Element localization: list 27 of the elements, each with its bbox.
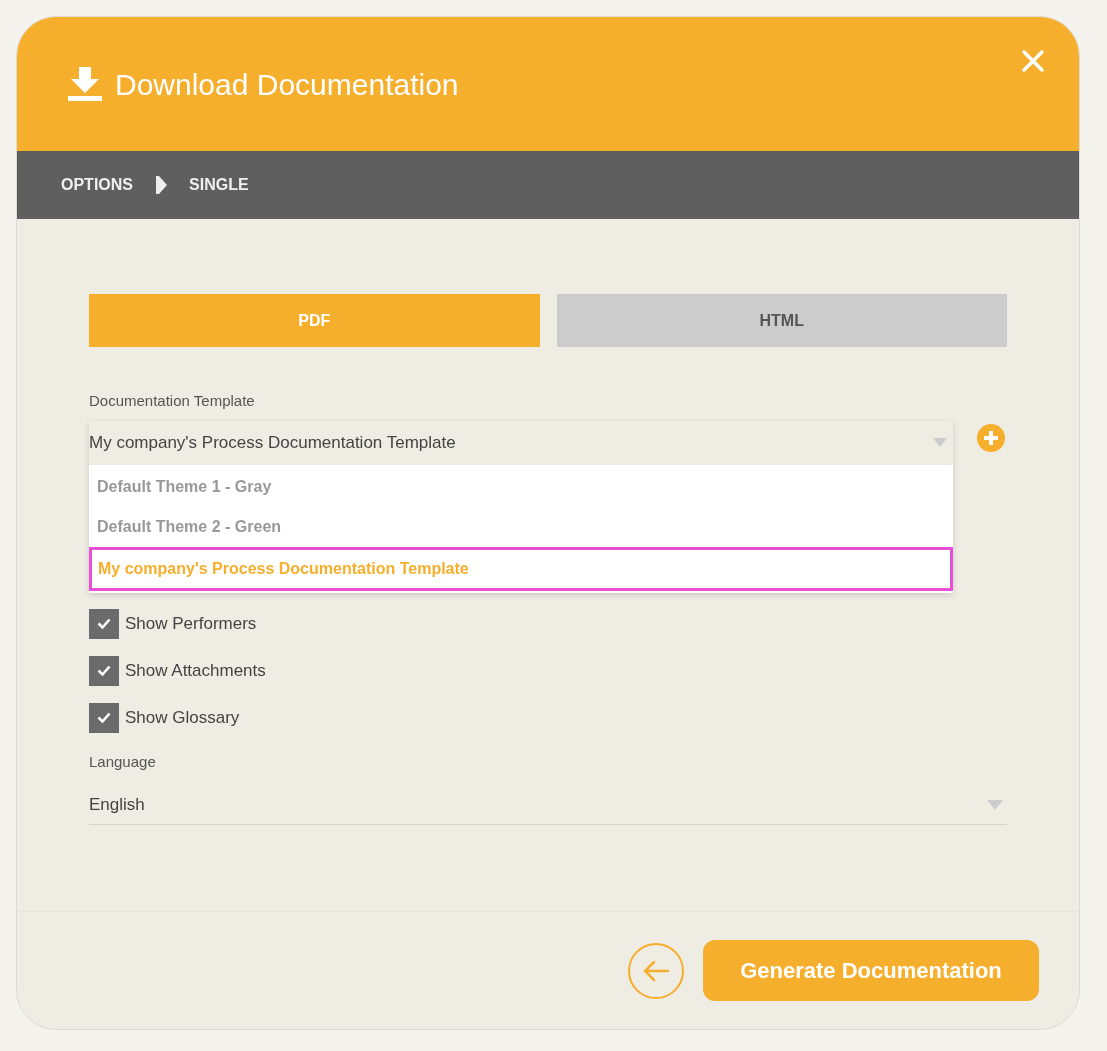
check-icon xyxy=(97,712,111,723)
checkbox-label: Show Performers xyxy=(125,612,257,635)
generate-button[interactable]: Generate Documentation xyxy=(703,940,1039,1001)
dropdown-option[interactable]: My company's Process Documentation Template xyxy=(89,546,953,591)
checkbox[interactable] xyxy=(89,655,119,686)
field-label: Documentation Template xyxy=(89,391,255,411)
download-icon xyxy=(67,67,103,101)
arrow-left-icon xyxy=(642,958,670,983)
check-icon xyxy=(97,665,111,676)
checkbox[interactable] xyxy=(89,702,119,733)
check-icon xyxy=(97,618,111,629)
language-select[interactable]: English xyxy=(89,785,1007,825)
checkbox-label: Show Attachments xyxy=(125,659,266,682)
breadcrumb-item: OPTIONS xyxy=(61,175,133,195)
field-label: Language xyxy=(89,751,156,772)
breadcrumb-item: SINGLE xyxy=(189,175,249,195)
dropdown-option[interactable]: Default Theme 2 - Green xyxy=(89,506,953,547)
caret-down-icon xyxy=(933,438,947,447)
format-tab[interactable]: PDF xyxy=(89,294,540,347)
caret-down-icon xyxy=(987,799,1003,810)
dialog-title: Download Documentation xyxy=(115,66,459,103)
format-tab[interactable]: HTML xyxy=(556,294,1007,347)
chevron-right-icon xyxy=(155,176,167,194)
dropdown-option[interactable]: Default Theme 1 - Gray xyxy=(89,466,953,507)
checkbox[interactable] xyxy=(89,608,119,639)
template-select[interactable]: My company's Process Documentation Template xyxy=(89,420,953,465)
checkbox-label: Show Glossary xyxy=(125,706,240,729)
